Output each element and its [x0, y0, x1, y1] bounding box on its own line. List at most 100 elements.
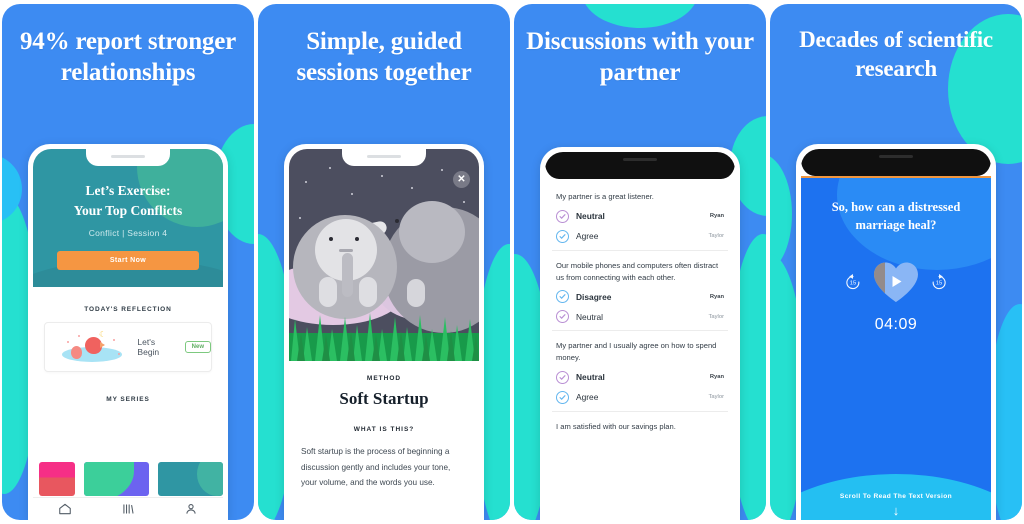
what-is-this-label: WHAT IS THIS? — [353, 426, 415, 433]
scroll-hint-label[interactable]: Scroll To Read The Text Version — [801, 493, 991, 500]
panel-1-headline: 94% report stronger relationships — [19, 28, 237, 87]
star-dot — [351, 193, 353, 195]
star-dot — [381, 175, 383, 177]
forward-15-icon[interactable]: 15 — [929, 272, 949, 292]
phone-mockup-4: So, how can a distressed marriage heal? … — [796, 144, 996, 520]
answer-row[interactable]: Neutral Ryan — [552, 209, 728, 223]
method-eyebrow: METHOD — [366, 375, 402, 382]
answer-row[interactable]: Disagree Ryan — [552, 290, 728, 304]
phone-screen-2: ✕ METHOD Soft Startup WHAT IS THIS? Soft… — [289, 149, 479, 520]
answer-person: Ryan — [709, 213, 724, 220]
phone-notch — [86, 149, 170, 166]
close-icon[interactable]: ✕ — [453, 171, 470, 188]
answer-label: Agree — [576, 231, 599, 242]
series-tile-row[interactable] — [33, 462, 223, 496]
new-badge: New — [184, 341, 211, 353]
phone-mockup-3: My partner is a great listener. Neutral … — [540, 147, 740, 520]
answer-person: Taylor — [708, 313, 724, 320]
question-item[interactable]: My partner and I usually agree on how to… — [552, 331, 728, 412]
check-circle-icon — [556, 209, 569, 223]
answer-row[interactable]: Agree Taylor — [552, 390, 728, 404]
question-text: My partner is a great listener. — [556, 192, 654, 201]
star-dot — [441, 169, 443, 171]
grass-illustration — [289, 313, 479, 361]
panel-2-headline: Simple, guided sessions together — [296, 28, 472, 87]
star-dot — [299, 217, 301, 219]
birds-illustration: ☾ — [45, 323, 137, 371]
series-tile[interactable] — [39, 462, 76, 496]
star-dot — [305, 181, 307, 183]
heart-progress-icon[interactable] — [872, 260, 920, 304]
svg-text:15: 15 — [936, 281, 942, 287]
reflection-card[interactable]: ☾ Let's Begin New — [44, 322, 212, 372]
answer-label: Neutral — [576, 372, 605, 383]
exercise-title-line-1: Let’s Exercise: — [85, 183, 171, 198]
panel-4-headline: Decades of scientific research — [799, 27, 993, 81]
person-icon[interactable] — [184, 502, 198, 516]
question-text: My partner and I usually agree on how to… — [556, 341, 717, 363]
screenshot-gallery: 94% report stronger relationships Let’s … — [0, 0, 1024, 524]
elephant-left-trunk — [342, 253, 353, 297]
notch-speaker-bar — [623, 158, 657, 161]
screenshot-panel-4[interactable]: Decades of scientific research So, how c… — [770, 4, 1022, 520]
answer-row[interactable]: Agree Taylor — [552, 229, 728, 243]
sparkle-dot — [118, 353, 120, 355]
elephant-left-eye — [355, 237, 359, 241]
star-dot — [411, 187, 413, 189]
phone-mockup-2: ✕ METHOD Soft Startup WHAT IS THIS? Soft… — [284, 144, 484, 520]
reflection-action-label: Let's Begin — [137, 337, 160, 357]
player-controls[interactable]: 15 15 — [801, 260, 991, 304]
phone-mockup-1: Let’s Exercise: Your Top Conflicts Confl… — [28, 144, 228, 520]
screenshot-panel-3[interactable]: Discussions with your partner My partner… — [514, 4, 766, 520]
questionnaire-list[interactable]: My partner is a great listener. Neutral … — [545, 179, 735, 440]
exercise-subtitle: Conflict | Session 4 — [88, 228, 168, 239]
phone-notch — [342, 149, 426, 166]
my-series-label: MY SERIES — [106, 396, 150, 403]
question-item[interactable]: Our mobile phones and computers often di… — [552, 251, 728, 332]
question-item[interactable]: I am satisfied with our savings plan. — [552, 412, 728, 440]
elephant-left-eye — [329, 237, 333, 241]
series-tile[interactable] — [158, 462, 223, 496]
answer-person: Taylor — [708, 394, 724, 401]
decor-blob-teal-top — [582, 4, 698, 28]
exercise-title: Let’s Exercise: Your Top Conflicts — [33, 181, 223, 220]
answer-row[interactable]: Neutral Ryan — [552, 370, 728, 384]
answer-label: Disagree — [576, 291, 612, 302]
small-bird-shape — [71, 346, 82, 359]
bottom-tab-bar[interactable] — [33, 497, 223, 520]
exercise-hero: Let’s Exercise: Your Top Conflicts Confl… — [33, 149, 223, 287]
home-icon[interactable] — [58, 502, 72, 516]
answer-label: Neutral — [576, 311, 603, 322]
answer-person: Ryan — [709, 293, 724, 300]
bird-beak-shape — [100, 342, 105, 348]
star-dot — [463, 201, 465, 203]
answer-person: Taylor — [708, 233, 724, 240]
star-dot — [329, 167, 331, 169]
phone-screen-3: My partner is a great listener. Neutral … — [545, 152, 735, 520]
series-tile[interactable] — [84, 462, 150, 496]
screenshot-panel-2[interactable]: Simple, guided sessions together ✕ METHO… — [258, 4, 510, 520]
elephant-left-mouth — [339, 249, 353, 252]
audio-player[interactable]: So, how can a distressed marriage heal? … — [801, 178, 991, 520]
panel-3-headline: Discussions with your partner — [526, 28, 754, 87]
exercise-title-line-2: Your Top Conflicts — [73, 202, 183, 218]
screenshot-panel-1[interactable]: 94% report stronger relationships Let’s … — [2, 4, 254, 520]
check-circle-icon — [556, 310, 569, 324]
arrow-down-icon[interactable]: ↓ — [801, 504, 991, 517]
sparkle-dot — [78, 335, 80, 337]
sparkle-dot — [113, 339, 115, 341]
status-bar-dark — [545, 152, 735, 179]
check-circle-icon — [556, 290, 569, 304]
sparkle-dot — [67, 341, 69, 343]
question-text: I am satisfied with our savings plan. — [556, 421, 676, 431]
answer-label: Neutral — [576, 211, 605, 222]
check-circle-icon — [556, 370, 569, 384]
notch-speaker-bar — [879, 155, 913, 158]
todays-reflection-label: TODAY'S REFLECTION — [84, 306, 172, 313]
elephant-illustration: ✕ — [289, 149, 479, 361]
start-now-button[interactable]: Start Now — [57, 251, 199, 271]
question-item[interactable]: My partner is a great listener. Neutral … — [552, 179, 728, 251]
answer-row[interactable]: Neutral Taylor — [552, 310, 728, 324]
library-icon[interactable] — [121, 502, 135, 516]
rewind-15-icon[interactable]: 15 — [843, 272, 863, 292]
